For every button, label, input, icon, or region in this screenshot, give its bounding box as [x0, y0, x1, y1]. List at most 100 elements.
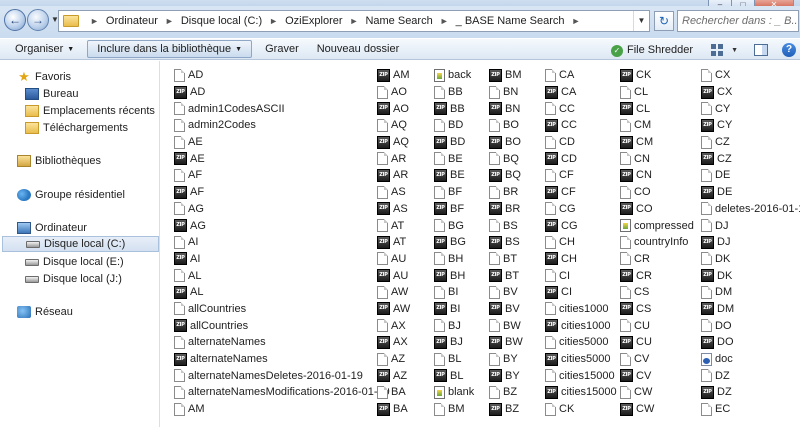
file-item[interactable]: ZIP AM: [377, 67, 410, 84]
file-item[interactable]: ZIP BW: [489, 334, 523, 351]
file-item[interactable]: DO: [701, 317, 800, 334]
file-item[interactable]: ZIP AI: [174, 251, 390, 268]
file-item[interactable]: ZIP AU: [377, 267, 410, 284]
file-item[interactable]: ZIP allCountries: [174, 317, 390, 334]
file-item[interactable]: BI: [434, 284, 474, 301]
file-item[interactable]: BO: [489, 117, 523, 134]
file-item[interactable]: ZIP AZ: [377, 367, 410, 384]
file-item[interactable]: ZIP CC: [545, 117, 617, 134]
file-item[interactable]: ZIP BL: [434, 367, 474, 384]
sidebar-item-recent[interactable]: Emplacements récents: [25, 103, 155, 119]
file-item[interactable]: ZIP AF: [174, 184, 390, 201]
file-item[interactable]: BB: [434, 84, 474, 101]
file-item[interactable]: BR: [489, 184, 523, 201]
file-item[interactable]: ZIP BJ: [434, 334, 474, 351]
file-item[interactable]: AO: [377, 84, 410, 101]
file-item[interactable]: ZIP CH: [545, 251, 617, 268]
file-item[interactable]: ZIP BY: [489, 367, 523, 384]
file-item[interactable]: ZIP CN: [620, 167, 694, 184]
file-item[interactable]: ZIP BI: [434, 301, 474, 318]
file-item[interactable]: CM: [620, 117, 694, 134]
address-bar[interactable]: ► Ordinateur ► Disque local (C:) ► OziEx…: [58, 10, 650, 32]
file-item[interactable]: ZIP DO: [701, 334, 800, 351]
file-item[interactable]: CH: [545, 234, 617, 251]
file-item[interactable]: ZIP AR: [377, 167, 410, 184]
chevron-right-icon[interactable]: ►: [269, 16, 278, 26]
file-item[interactable]: alternateNamesDeletes-2016-01-19: [174, 367, 390, 384]
file-item[interactable]: ZIP BF: [434, 201, 474, 218]
file-item[interactable]: ZIP CK: [620, 67, 694, 84]
file-item[interactable]: CX: [701, 67, 800, 84]
file-item[interactable]: ZIP BR: [489, 201, 523, 218]
file-item[interactable]: AD: [174, 67, 390, 84]
file-item[interactable]: doc: [701, 351, 800, 368]
file-item[interactable]: CG: [545, 201, 617, 218]
sidebar-item-favorites[interactable]: ★ Favoris: [17, 69, 71, 85]
file-item[interactable]: EC: [701, 401, 800, 418]
file-item[interactable]: AE: [174, 134, 390, 151]
file-item[interactable]: ZIP CF: [545, 184, 617, 201]
file-item[interactable]: AR: [377, 150, 410, 167]
sidebar-item-disk-c[interactable]: Disque local (C:): [2, 236, 159, 252]
file-item[interactable]: ZIP BV: [489, 301, 523, 318]
file-item[interactable]: AL: [174, 267, 390, 284]
file-item[interactable]: ZIP AX: [377, 334, 410, 351]
sidebar-item-homegroup[interactable]: Groupe résidentiel: [17, 187, 125, 203]
refresh-button[interactable]: ↻: [654, 11, 674, 31]
file-shredder-button[interactable]: ✓ File Shredder: [609, 40, 695, 60]
file-item[interactable]: DK: [701, 251, 800, 268]
file-item[interactable]: ZIP alternateNames: [174, 351, 390, 368]
sidebar-item-disk-j[interactable]: Disque local (J:): [25, 271, 122, 287]
file-item[interactable]: CI: [545, 267, 617, 284]
file-item[interactable]: ZIP BA: [377, 401, 410, 418]
file-item[interactable]: ZIP CO: [620, 201, 694, 218]
file-item[interactable]: ZIP CY: [701, 117, 800, 134]
file-item[interactable]: ZIP DE: [701, 184, 800, 201]
file-item[interactable]: CF: [545, 167, 617, 184]
include-library-button[interactable]: Inclure dans la bibliothèque ▼: [87, 40, 253, 58]
file-item[interactable]: AQ: [377, 117, 410, 134]
file-item[interactable]: AU: [377, 251, 410, 268]
file-item[interactable]: BF: [434, 184, 474, 201]
file-item[interactable]: countryInfo: [620, 234, 694, 251]
file-item[interactable]: CV: [620, 351, 694, 368]
file-item[interactable]: ZIP AQ: [377, 134, 410, 151]
file-item[interactable]: ZIP BG: [434, 234, 474, 251]
chevron-right-icon[interactable]: ►: [90, 16, 99, 26]
file-item[interactable]: DE: [701, 167, 800, 184]
file-item[interactable]: ZIP BN: [489, 100, 523, 117]
file-item[interactable]: BZ: [489, 384, 523, 401]
file-item[interactable]: AG: [174, 201, 390, 218]
file-item[interactable]: ZIP DK: [701, 267, 800, 284]
file-item[interactable]: ZIP CR: [620, 267, 694, 284]
file-item[interactable]: BJ: [434, 317, 474, 334]
file-item[interactable]: DJ: [701, 217, 800, 234]
breadcrumb-base-name-search[interactable]: _ BASE Name Search: [456, 15, 565, 27]
file-item[interactable]: CA: [545, 67, 617, 84]
file-item[interactable]: deletes-2016-01-19: [701, 201, 800, 218]
file-item[interactable]: ZIP DJ: [701, 234, 800, 251]
breadcrumb-name-search[interactable]: Name Search: [365, 15, 432, 27]
file-item[interactable]: AF: [174, 167, 390, 184]
back-button[interactable]: ←: [4, 9, 26, 31]
file-item[interactable]: compressed: [620, 217, 694, 234]
file-item[interactable]: ZIP DM: [701, 301, 800, 318]
file-item[interactable]: DZ: [701, 367, 800, 384]
file-item[interactable]: BV: [489, 284, 523, 301]
file-item[interactable]: ZIP CV: [620, 367, 694, 384]
file-item[interactable]: allCountries: [174, 301, 390, 318]
file-item[interactable]: cities15000: [545, 367, 617, 384]
file-item[interactable]: ZIP CS: [620, 301, 694, 318]
forward-button[interactable]: →: [27, 9, 49, 31]
preview-pane-icon[interactable]: [754, 44, 768, 56]
file-item[interactable]: ZIP BQ: [489, 167, 523, 184]
file-item[interactable]: BW: [489, 317, 523, 334]
file-item[interactable]: ZIP CA: [545, 84, 617, 101]
file-item[interactable]: AZ: [377, 351, 410, 368]
file-item[interactable]: BM: [434, 401, 474, 418]
file-item[interactable]: ZIP cities1000: [545, 317, 617, 334]
file-item[interactable]: CC: [545, 100, 617, 117]
file-item[interactable]: ZIP cities5000: [545, 351, 617, 368]
file-item[interactable]: DM: [701, 284, 800, 301]
file-item[interactable]: cities5000: [545, 334, 617, 351]
